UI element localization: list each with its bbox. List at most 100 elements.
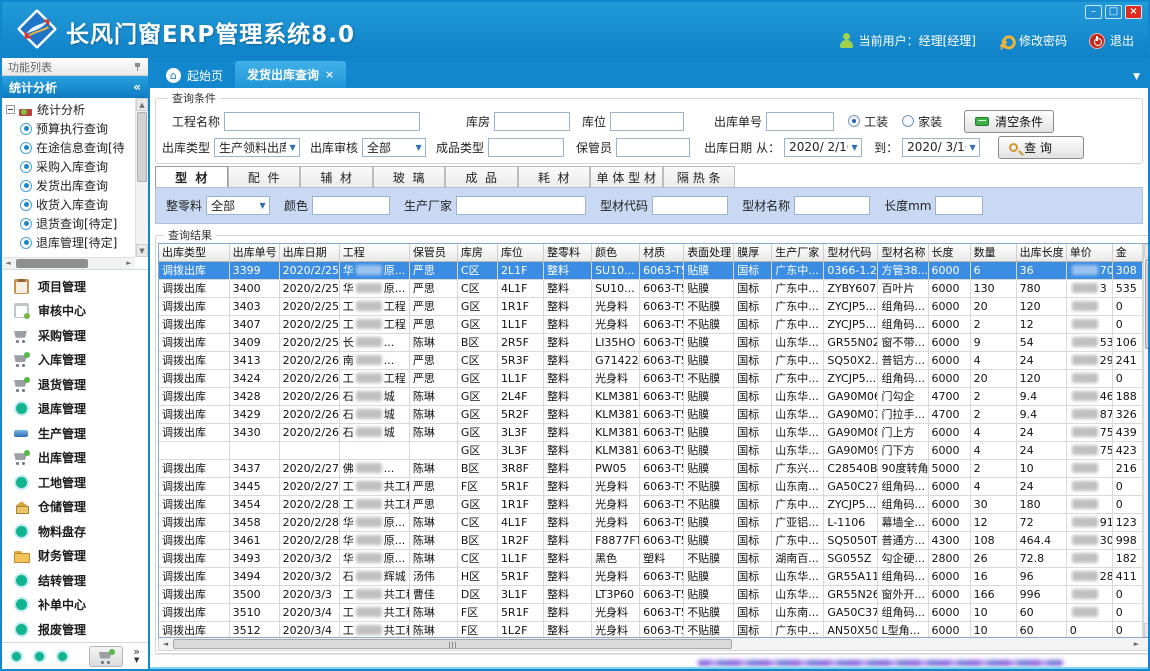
table-row[interactable]: 调拨出库34002020/2/25华原...严思C区4L1F整料SU10...6… xyxy=(159,279,1143,297)
column-header-出库日期[interactable]: 出库日期 xyxy=(279,244,339,261)
tab-发货出库查询[interactable]: 发货出库查询× xyxy=(235,61,346,88)
table-row[interactable]: 调拨出库33992020/2/25华原...严思C区2L1F整料SU10...6… xyxy=(159,261,1143,279)
date-to-select[interactable]: 2020/ 3/16▼ xyxy=(902,138,980,157)
order-no-input[interactable] xyxy=(766,112,834,131)
tree-item[interactable]: 采购入库查询 xyxy=(4,157,135,176)
workwear-radio[interactable]: 工装 xyxy=(848,113,888,130)
menu-overflow-button[interactable]: »▼ xyxy=(133,647,140,665)
tree-item[interactable]: 收货入库查询 xyxy=(4,195,135,214)
column-header-材质[interactable]: 材质 xyxy=(640,244,684,261)
column-header-单价[interactable]: 单价 xyxy=(1066,244,1112,261)
location-input[interactable] xyxy=(610,112,684,131)
length-input[interactable] xyxy=(935,196,983,215)
tree-item[interactable]: 在途信息查询[待 xyxy=(4,138,135,157)
table-row[interactable]: 调拨出库34242020/2/26工工程严思G区1L1F整料光身料6063-T5… xyxy=(159,369,1143,387)
table-row[interactable]: 调拨出库34612020/2/28华原...陈琳B区1R2F整料F8877FT6… xyxy=(159,531,1143,549)
scroll-thumb[interactable] xyxy=(1145,259,1150,349)
green-circle-icon[interactable] xyxy=(10,650,23,663)
sidebar-item-入库管理[interactable]: 入库管理 xyxy=(2,348,148,373)
column-header-生产厂家[interactable]: 生产厂家 xyxy=(772,244,824,261)
sidebar-item-退库管理[interactable]: 退库管理 xyxy=(2,397,148,422)
tree-expand-icon[interactable] xyxy=(6,105,15,114)
date-from-select[interactable]: 2020/ 2/16▼ xyxy=(784,138,862,157)
tab-overflow-icon[interactable]: ▼ xyxy=(1133,72,1140,82)
tree-item[interactable]: 退货查询[待定] xyxy=(4,214,135,233)
table-row[interactable]: 调拨出库34932020/3/2华原...陈琳C区1L1F整料黑色塑料不贴膜国标… xyxy=(159,549,1143,567)
column-header-库房[interactable]: 库房 xyxy=(457,244,497,261)
table-row[interactable]: 调拨出库34302020/2/26石城陈琳G区3L3F整料KLM38176063… xyxy=(159,423,1143,441)
tree-horizontal-scrollbar[interactable]: ◄ ► xyxy=(2,257,135,269)
table-vertical-scrollbar[interactable]: ▲ ▼ xyxy=(1143,244,1150,637)
material-tab-配件[interactable]: 配 件 xyxy=(228,166,301,187)
table-row[interactable]: 调拨出库35102020/3/4工共工程陈琳F区5R1F整料光身料6063-T5… xyxy=(159,603,1143,621)
table-row[interactable]: 调拨出库35002020/3/3工共工程曹佳D区3L1F整料LT3P606063… xyxy=(159,585,1143,603)
sidebar-item-物料盘存[interactable]: 物料盘存 xyxy=(2,519,148,544)
scroll-down-icon[interactable]: ▼ xyxy=(136,244,148,257)
table-row[interactable]: 调拨出库34542020/2/28工共工程严思G区1R1F整料光身料6063-T… xyxy=(159,495,1143,513)
tab-close-icon[interactable]: × xyxy=(325,68,334,81)
sidebar-section-header[interactable]: 统计分析 « xyxy=(2,76,148,98)
whole-part-select[interactable]: 全部▼ xyxy=(206,196,270,215)
collapse-icon[interactable]: « xyxy=(133,80,141,94)
table-row[interactable]: 调拨出库34132020/2/26南...严思C区5R3F整料G71422606… xyxy=(159,351,1143,369)
pin-icon[interactable] xyxy=(134,62,142,72)
out-type-select[interactable]: 生产领料出库▼ xyxy=(214,138,300,157)
column-header-出库单号[interactable]: 出库单号 xyxy=(229,244,279,261)
profile-name-input[interactable] xyxy=(794,196,870,215)
tree-vertical-scrollbar[interactable]: ▲ ▼ xyxy=(135,98,148,257)
sidebar-item-审核中心[interactable]: 审核中心 xyxy=(2,299,148,324)
sidebar-item-报废管理[interactable]: 报废管理 xyxy=(2,617,148,642)
warehouse-input[interactable] xyxy=(494,112,570,131)
table-row[interactable]: 调拨出库34942020/3/2石辉城汤伟H区5R1F整料光身料6063-T5贴… xyxy=(159,567,1143,585)
minimize-button[interactable]: – xyxy=(1085,5,1102,19)
green-circle-icon[interactable] xyxy=(56,650,69,663)
scroll-up-icon[interactable]: ▲ xyxy=(1144,244,1150,258)
sidebar-item-仓储管理[interactable]: 仓储管理 xyxy=(2,495,148,520)
color-input[interactable] xyxy=(312,196,390,215)
column-header-工程[interactable]: 工程 xyxy=(339,244,409,261)
column-header-整零料[interactable]: 整零料 xyxy=(544,244,592,261)
tree-item[interactable]: 退库管理[待定] xyxy=(4,233,135,252)
close-button[interactable]: × xyxy=(1125,5,1142,19)
profile-code-input[interactable] xyxy=(652,196,728,215)
column-header-出库类型[interactable]: 出库类型 xyxy=(159,244,229,261)
tab-起始页[interactable]: ⌂起始页 xyxy=(154,63,235,88)
sidebar-item-项目管理[interactable]: 项目管理 xyxy=(2,274,148,299)
scroll-right-icon[interactable]: ► xyxy=(123,258,135,269)
maximize-button[interactable]: □ xyxy=(1105,5,1122,19)
scroll-up-icon[interactable]: ▲ xyxy=(136,98,148,111)
column-header-金[interactable]: 金 xyxy=(1112,244,1142,261)
material-tab-成品[interactable]: 成 品 xyxy=(445,166,518,187)
tree-root-statistics[interactable]: 统计分析 xyxy=(4,100,135,119)
clear-conditions-button[interactable]: 清空条件 xyxy=(964,110,1054,133)
sidebar-item-出库管理[interactable]: 出库管理 xyxy=(2,446,148,471)
table-row[interactable]: G区3L3F整料KLM38176063-T5贴膜国标山东华...GA90M09.… xyxy=(159,441,1143,459)
table-row[interactable]: 调拨出库34072020/2/25工工程严思G区1L1F整料光身料6063-T5… xyxy=(159,315,1143,333)
table-row[interactable]: 调拨出库34032020/2/25工工程严思G区1R1F整料光身料6063-T5… xyxy=(159,297,1143,315)
material-tab-玻璃[interactable]: 玻 璃 xyxy=(373,166,446,187)
table-row[interactable]: 调拨出库34292020/2/26石城陈琳G区5R2F整料KLM38176063… xyxy=(159,405,1143,423)
change-password-button[interactable]: 修改密码 xyxy=(998,32,1067,49)
product-type-input[interactable] xyxy=(488,138,564,157)
scroll-down-icon[interactable]: ▼ xyxy=(1144,623,1150,637)
table-row[interactable]: 调拨出库35122020/3/4工共工程陈琳F区1L2F整料光身料6063-T5… xyxy=(159,621,1143,637)
sidebar-item-工地管理[interactable]: 工地管理 xyxy=(2,470,148,495)
column-header-库位[interactable]: 库位 xyxy=(497,244,543,261)
column-header-出库长度[interactable]: 出库长度 xyxy=(1016,244,1066,261)
project-name-input[interactable] xyxy=(224,112,420,131)
scroll-thumb[interactable] xyxy=(16,259,88,268)
sidebar-item-结转管理[interactable]: 结转管理 xyxy=(2,568,148,593)
green-circle-icon[interactable] xyxy=(33,650,46,663)
material-tab-辅材[interactable]: 辅 材 xyxy=(300,166,373,187)
logout-button[interactable]: 退出 xyxy=(1089,32,1134,49)
scroll-right-icon[interactable]: ► xyxy=(1130,638,1143,650)
column-header-数量[interactable]: 数量 xyxy=(970,244,1016,261)
scroll-thumb[interactable] xyxy=(173,639,732,649)
material-tab-耗材[interactable]: 耗 材 xyxy=(518,166,591,187)
table-row[interactable]: 调拨出库34372020/2/27佛...陈琳B区3R8F整料PW056063-… xyxy=(159,459,1143,477)
column-header-表面处理[interactable]: 表面处理 xyxy=(684,244,734,261)
scroll-left-icon[interactable]: ◄ xyxy=(159,638,172,650)
sidebar-item-财务管理[interactable]: 财务管理 xyxy=(2,544,148,569)
keeper-input[interactable] xyxy=(616,138,690,157)
column-header-型材名称[interactable]: 型材名称 xyxy=(878,244,928,261)
